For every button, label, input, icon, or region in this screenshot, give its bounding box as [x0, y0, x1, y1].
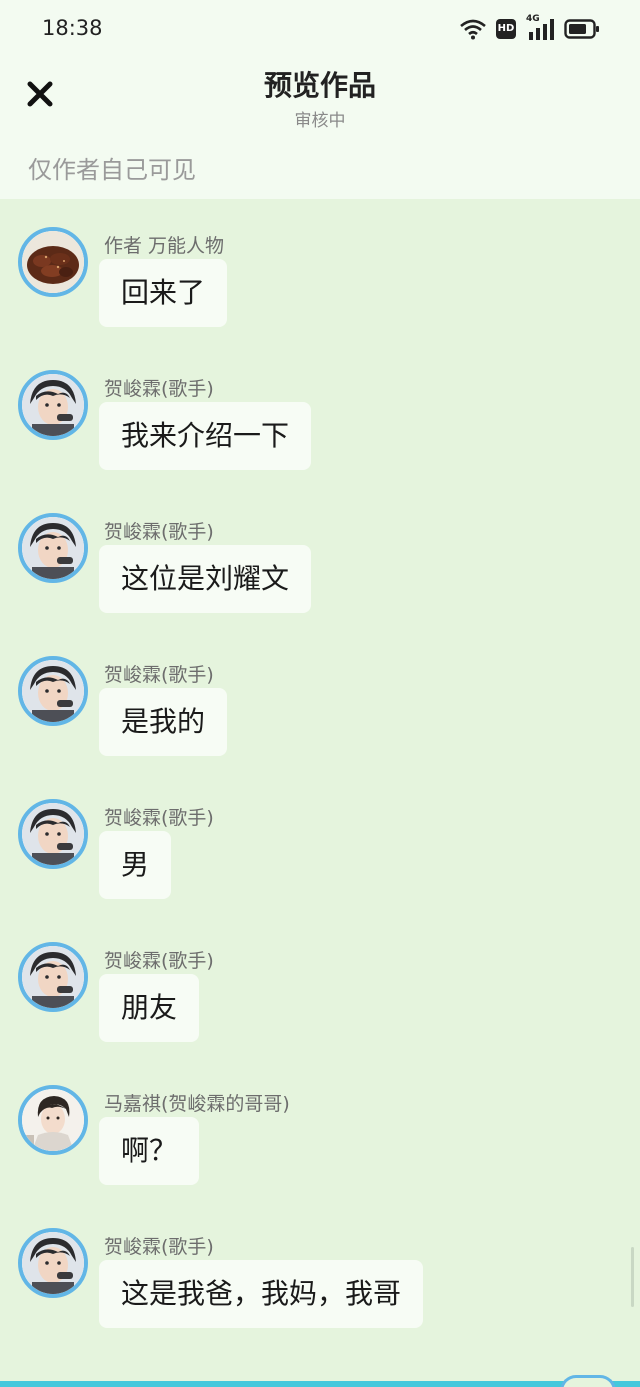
- singer-avatar[interactable]: [18, 1228, 88, 1298]
- message-item: 贺峻霖(歌手) 我来介绍一下: [0, 342, 640, 472]
- visibility-note: 仅作者自己可见: [28, 156, 196, 184]
- sender-name: 贺峻霖(歌手): [104, 521, 214, 543]
- header: 预览作品 审核中: [0, 56, 640, 142]
- singer-avatar[interactable]: [18, 656, 88, 726]
- scrollbar-thumb[interactable]: [631, 1247, 634, 1307]
- message-bubble[interactable]: 男: [99, 831, 172, 899]
- sender-name: 贺峻霖(歌手): [104, 664, 214, 686]
- review-status: 审核中: [294, 111, 346, 131]
- message-bubble[interactable]: 回来了: [99, 259, 228, 327]
- signal-icon: 4G: [526, 14, 554, 41]
- singer-avatar[interactable]: [18, 370, 88, 440]
- message-item: 贺峻霖(歌手) 是我的: [0, 628, 640, 758]
- message-bubble[interactable]: 啊？: [99, 1117, 200, 1185]
- message-item: 贺峻霖(歌手) 朋友: [0, 914, 640, 1044]
- sender-name: 贺峻霖(歌手): [104, 807, 214, 829]
- brother-avatar[interactable]: [18, 1085, 88, 1155]
- status-bar: 18:38 HD 4G: [0, 0, 640, 56]
- message-bubble[interactable]: 是我的: [99, 688, 228, 756]
- singer-avatar[interactable]: [18, 799, 88, 869]
- sender-name: 作者 万能人物: [104, 235, 225, 257]
- sender-name: 贺峻霖(歌手): [104, 1236, 214, 1258]
- status-time: 18:38: [42, 16, 103, 40]
- singer-avatar[interactable]: [18, 942, 88, 1012]
- bottom-accent-bar: [0, 1381, 640, 1387]
- chat-area: 作者 万能人物 回来了 贺峻霖(歌手) 我来介绍一下 贺峻霖(歌手) 这位是刘耀…: [0, 199, 640, 1381]
- wifi-icon: [460, 18, 486, 40]
- message-bubble[interactable]: 这是我爸，我妈，我哥: [99, 1260, 424, 1328]
- message-item: 贺峻霖(歌手) 男: [0, 771, 640, 901]
- message-item: 作者 万能人物 回来了: [0, 199, 640, 329]
- status-icons: HD 4G: [460, 14, 600, 42]
- battery-icon: [564, 19, 600, 39]
- hd-icon: HD: [496, 19, 516, 39]
- message-item: 马嘉祺(贺峻霖的哥哥) 啊？: [0, 1057, 640, 1187]
- message-bubble[interactable]: 这位是刘耀文: [99, 545, 312, 613]
- sender-name: 贺峻霖(歌手): [104, 950, 214, 972]
- message-bubble[interactable]: 我来介绍一下: [99, 402, 312, 470]
- message-item: 贺峻霖(歌手) 这是我爸，我妈，我哥: [0, 1200, 640, 1330]
- sender-name: 马嘉祺(贺峻霖的哥哥): [104, 1093, 290, 1115]
- food-avatar[interactable]: [18, 227, 88, 297]
- message-item: 贺峻霖(歌手) 这位是刘耀文: [0, 485, 640, 615]
- floating-button[interactable]: [560, 1375, 616, 1387]
- page-title: 预览作品: [263, 69, 376, 102]
- message-bubble[interactable]: 朋友: [99, 974, 200, 1042]
- singer-avatar[interactable]: [18, 513, 88, 583]
- sender-name: 贺峻霖(歌手): [104, 378, 214, 400]
